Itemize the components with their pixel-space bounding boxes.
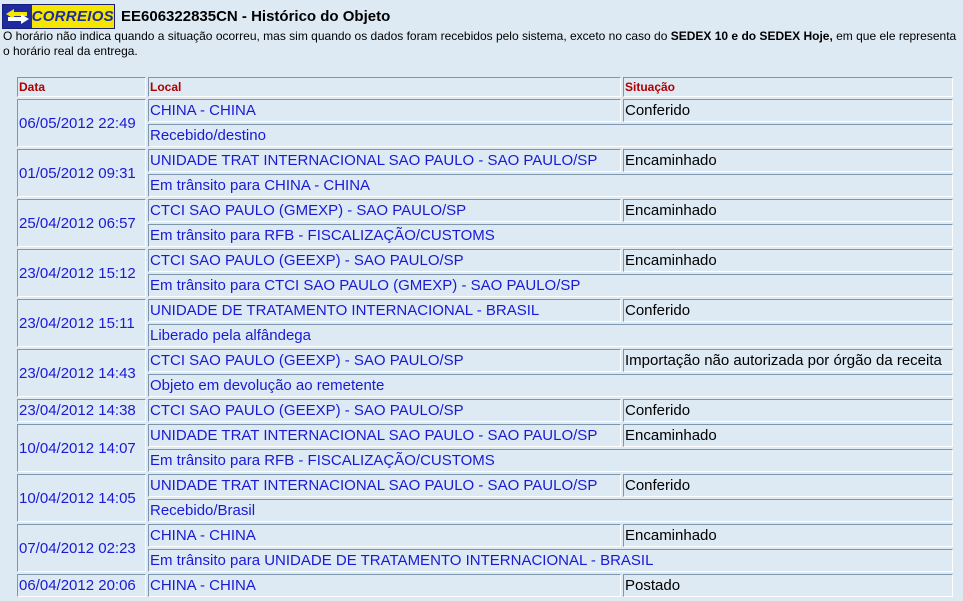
page-title: EE606322835CN - Histórico do Objeto [121,7,391,25]
correios-logo: CORREIOS [2,3,115,29]
event-location: CTCI SAO PAULO (GMEXP) - SAO PAULO/SP [148,199,621,222]
event-detail: Liberado pela alfândega [148,324,953,347]
table-header-row: Data Local Situação [17,77,953,97]
event-location: CTCI SAO PAULO (GEEXP) - SAO PAULO/SP [148,249,621,272]
event-location: CHINA - CHINA [148,524,621,547]
table-row-detail: Em trânsito para UNIDADE DE TRATAMENTO I… [17,549,953,572]
event-status: Encaminhado [623,149,953,172]
event-location: CTCI SAO PAULO (GEEXP) - SAO PAULO/SP [148,349,621,372]
event-status: Encaminhado [623,199,953,222]
column-header-status: Situação [623,77,953,97]
table-row-detail: Em trânsito para CHINA - CHINA [17,174,953,197]
table-row-detail: Em trânsito para CTCI SAO PAULO (GMEXP) … [17,274,953,297]
table-row-detail: Em trânsito para RFB - FISCALIZAÇÃO/CUST… [17,224,953,247]
table-row-detail: Em trânsito para RFB - FISCALIZAÇÃO/CUST… [17,449,953,472]
logo-text: CORREIOS [31,7,114,25]
table-row: 10/04/2012 14:05 UNIDADE TRAT INTERNACION… [17,474,953,522]
correios-arrows-icon [3,4,32,28]
event-date: 06/04/2012 20:06 [17,574,146,597]
event-date: 06/05/2012 22:49 [17,99,146,147]
event-location: UNIDADE TRAT INTERNACIONAL SAO PAULO - S… [148,424,621,447]
event-date: 10/04/2012 14:07 [17,424,146,472]
table-row: 06/04/2012 20:06 CHINA - CHINA Postado [17,574,953,597]
column-header-location: Local [148,77,621,97]
event-status: Conferido [623,99,953,122]
table-row: 25/04/2012 06:57 CTCI SAO PAULO (GMEXP) -… [17,199,953,247]
event-detail: Recebido/Brasil [148,499,953,522]
event-location: UNIDADE TRAT INTERNACIONAL SAO PAULO - S… [148,474,621,497]
page-header: CORREIOS EE606322835CN - Histórico do Ob… [2,3,390,29]
table-row: 10/04/2012 14:07 UNIDADE TRAT INTERNACION… [17,424,953,472]
event-location: CTCI SAO PAULO (GEEXP) - SAO PAULO/SP [148,399,621,422]
table-row-detail: Recebido/Brasil [17,499,953,522]
table-row: 23/04/2012 14:43 CTCI SAO PAULO (GEEXP) -… [17,349,953,397]
event-status: Encaminhado [623,249,953,272]
event-date: 23/04/2012 15:11 [17,299,146,347]
note-text-part-1: O horário não indica quando a situação o… [3,29,671,43]
event-status: Encaminhado [623,424,953,447]
event-date: 07/04/2012 02:23 [17,524,146,572]
event-detail: Em trânsito para RFB - FISCALIZAÇÃO/CUST… [148,449,953,472]
table-row-detail: Liberado pela alfândega [17,324,953,347]
event-date: 23/04/2012 14:38 [17,399,146,422]
table-row-detail: Objeto em devolução ao remetente [17,374,953,397]
event-status: Importação não autorizada por órgão da r… [623,349,953,372]
timing-note: O horário não indica quando a situação o… [3,29,961,59]
table-row: 01/05/2012 09:31 UNIDADE TRAT INTERNACION… [17,149,953,197]
table-row-detail: Recebido/destino [17,124,953,147]
event-date: 25/04/2012 06:57 [17,199,146,247]
event-location: CHINA - CHINA [148,574,621,597]
event-date: 01/05/2012 09:31 [17,149,146,197]
event-date: 23/04/2012 14:43 [17,349,146,397]
event-date: 23/04/2012 15:12 [17,249,146,297]
event-location: CHINA - CHINA [148,99,621,122]
table-row: 06/05/2012 22:49 CHINA - CHINA Conferido [17,99,953,147]
table-row: 23/04/2012 15:11 UNIDADE DE TRATAMENTO IN… [17,299,953,347]
table-row: 23/04/2012 14:38 CTCI SAO PAULO (GEEXP) -… [17,399,953,422]
note-bold-text: SEDEX 10 e do SEDEX Hoje, [670,29,833,43]
column-header-date: Data [17,77,146,97]
event-date: 10/04/2012 14:05 [17,474,146,522]
tracking-history-table: Data Local Situação 06/05/2012 22:49 CHIN… [15,75,955,599]
event-location: UNIDADE TRAT INTERNACIONAL SAO PAULO - S… [148,149,621,172]
event-detail: Em trânsito para CHINA - CHINA [148,174,953,197]
table-row: 07/04/2012 02:23 CHINA - CHINA Encaminhado [17,524,953,572]
table-row: 23/04/2012 15:12 CTCI SAO PAULO (GEEXP) -… [17,249,953,297]
event-status: Postado [623,574,953,597]
event-detail: Em trânsito para RFB - FISCALIZAÇÃO/CUST… [148,224,953,247]
event-detail: Em trânsito para UNIDADE DE TRATAMENTO I… [148,549,953,572]
event-status: Encaminhado [623,524,953,547]
event-status: Conferido [623,474,953,497]
event-status: Conferido [623,399,953,422]
event-detail: Objeto em devolução ao remetente [148,374,953,397]
event-detail: Recebido/destino [148,124,953,147]
event-status: Conferido [623,299,953,322]
event-detail: Em trânsito para CTCI SAO PAULO (GMEXP) … [148,274,953,297]
event-location: UNIDADE DE TRATAMENTO INTERNACIONAL - BR… [148,299,621,322]
